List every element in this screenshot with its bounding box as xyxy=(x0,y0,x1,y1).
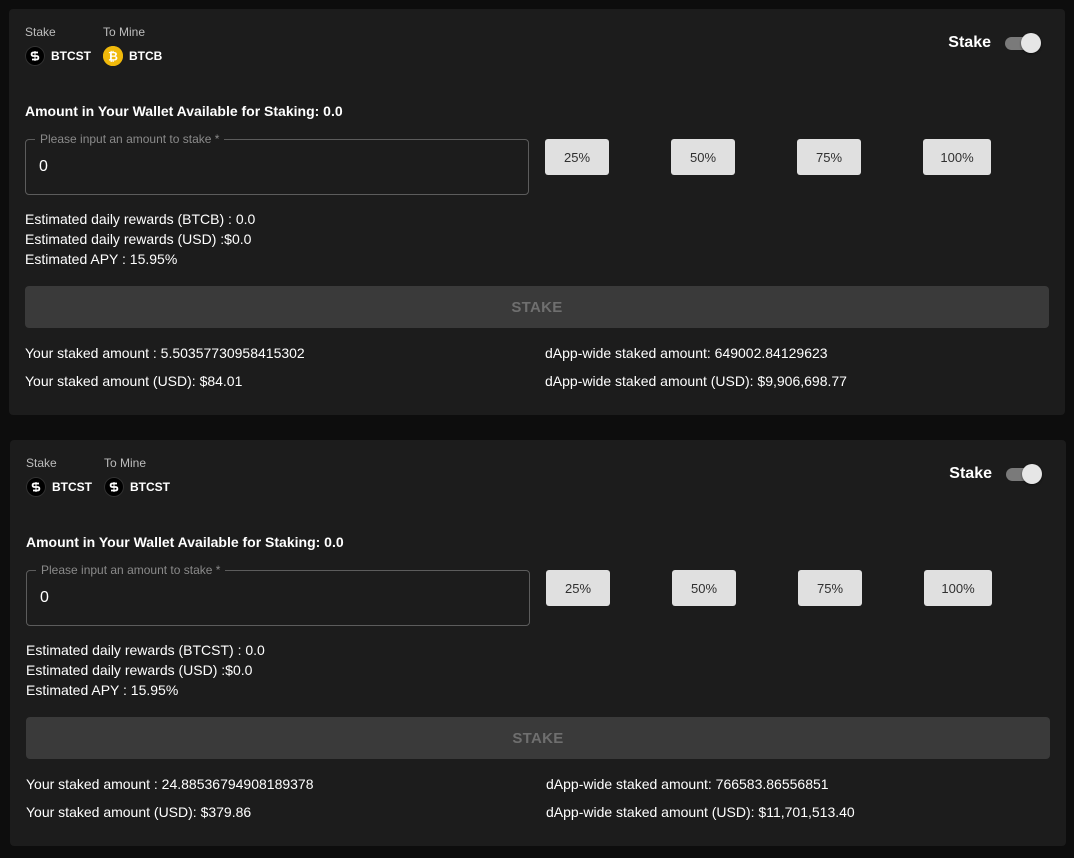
wallet-balance: Amount in Your Wallet Available for Stak… xyxy=(26,534,344,550)
percent-50-button[interactable]: 50% xyxy=(671,139,735,175)
percent-75-button[interactable]: 75% xyxy=(798,570,862,606)
stake-button[interactable]: STAKE xyxy=(26,717,1050,759)
dapp-staked-amount: dApp-wide staked amount: 766583.86556851 xyxy=(546,776,829,792)
amount-field: Please input an amount to stake * xyxy=(25,132,529,195)
percent-100-button[interactable]: 100% xyxy=(923,139,991,175)
your-staked-amount-usd: Your staked amount (USD): $84.01 xyxy=(25,373,243,389)
stake-token-block: Stake BTCST xyxy=(25,25,91,66)
bitcoin-icon: ₿ xyxy=(103,46,123,66)
your-staked-amount: Your staked amount : 5.50357730958415302 xyxy=(25,345,305,361)
dapp-staked-amount: dApp-wide staked amount: 649002.84129623 xyxy=(545,345,828,361)
est-daily-rewards-token: Estimated daily rewards (BTCB) : 0.0 xyxy=(25,211,256,227)
amount-input[interactable] xyxy=(27,571,529,625)
stake-toggle-group: Stake xyxy=(948,33,1041,53)
mine-token-block: To Mine BTCST xyxy=(104,456,170,497)
stake-toggle[interactable] xyxy=(1004,464,1042,484)
stake-token-name: BTCST xyxy=(52,480,92,494)
percent-100-button[interactable]: 100% xyxy=(924,570,992,606)
mine-token-name: BTCB xyxy=(129,49,163,63)
stake-token-block: Stake BTCST xyxy=(26,456,92,497)
mine-token-name: BTCST xyxy=(130,480,170,494)
dapp-staked-amount-usd: dApp-wide staked amount (USD): $9,906,69… xyxy=(545,373,847,389)
btcst-icon xyxy=(26,477,46,497)
dapp-staked-amount-usd: dApp-wide staked amount (USD): $11,701,5… xyxy=(546,804,855,820)
stake-toggle[interactable] xyxy=(1003,33,1041,53)
est-daily-rewards-usd: Estimated daily rewards (USD) :$0.0 xyxy=(25,231,252,247)
toggle-label: Stake xyxy=(948,34,991,51)
toggle-label: Stake xyxy=(949,465,992,482)
mine-caption: To Mine xyxy=(104,456,147,470)
stake-toggle-group: Stake xyxy=(949,464,1042,484)
percent-75-button[interactable]: 75% xyxy=(797,139,861,175)
percent-25-button[interactable]: 25% xyxy=(545,139,609,175)
stake-button[interactable]: STAKE xyxy=(25,286,1049,328)
your-staked-amount: Your staked amount : 24.8853679490818937… xyxy=(26,776,314,792)
your-staked-amount-usd: Your staked amount (USD): $379.86 xyxy=(26,804,252,820)
est-apy: Estimated APY : 15.95% xyxy=(25,251,178,267)
pool-card-btcst-btcb: Stake BTCST To Mine ₿ BTCB Stake Amount … xyxy=(9,9,1065,415)
amount-input[interactable] xyxy=(26,140,528,194)
wallet-balance: Amount in Your Wallet Available for Stak… xyxy=(25,103,343,119)
est-daily-rewards-usd: Estimated daily rewards (USD) :$0.0 xyxy=(26,662,253,678)
est-apy: Estimated APY : 15.95% xyxy=(26,682,179,698)
stake-token-name: BTCST xyxy=(51,49,91,63)
btcst-icon xyxy=(104,477,124,497)
stake-caption: Stake xyxy=(26,456,57,470)
percent-25-button[interactable]: 25% xyxy=(546,570,610,606)
btcst-icon xyxy=(25,46,45,66)
mine-caption: To Mine xyxy=(103,25,146,39)
est-daily-rewards-token: Estimated daily rewards (BTCST) : 0.0 xyxy=(26,642,265,658)
amount-field: Please input an amount to stake * xyxy=(26,563,530,626)
pool-card-btcst-btcst: Stake BTCST To Mine BTCST Stake Amount i… xyxy=(10,440,1066,846)
stake-caption: Stake xyxy=(25,25,56,39)
percent-50-button[interactable]: 50% xyxy=(672,570,736,606)
svg-text:₿: ₿ xyxy=(108,50,118,64)
mine-token-block: To Mine ₿ BTCB xyxy=(103,25,162,66)
